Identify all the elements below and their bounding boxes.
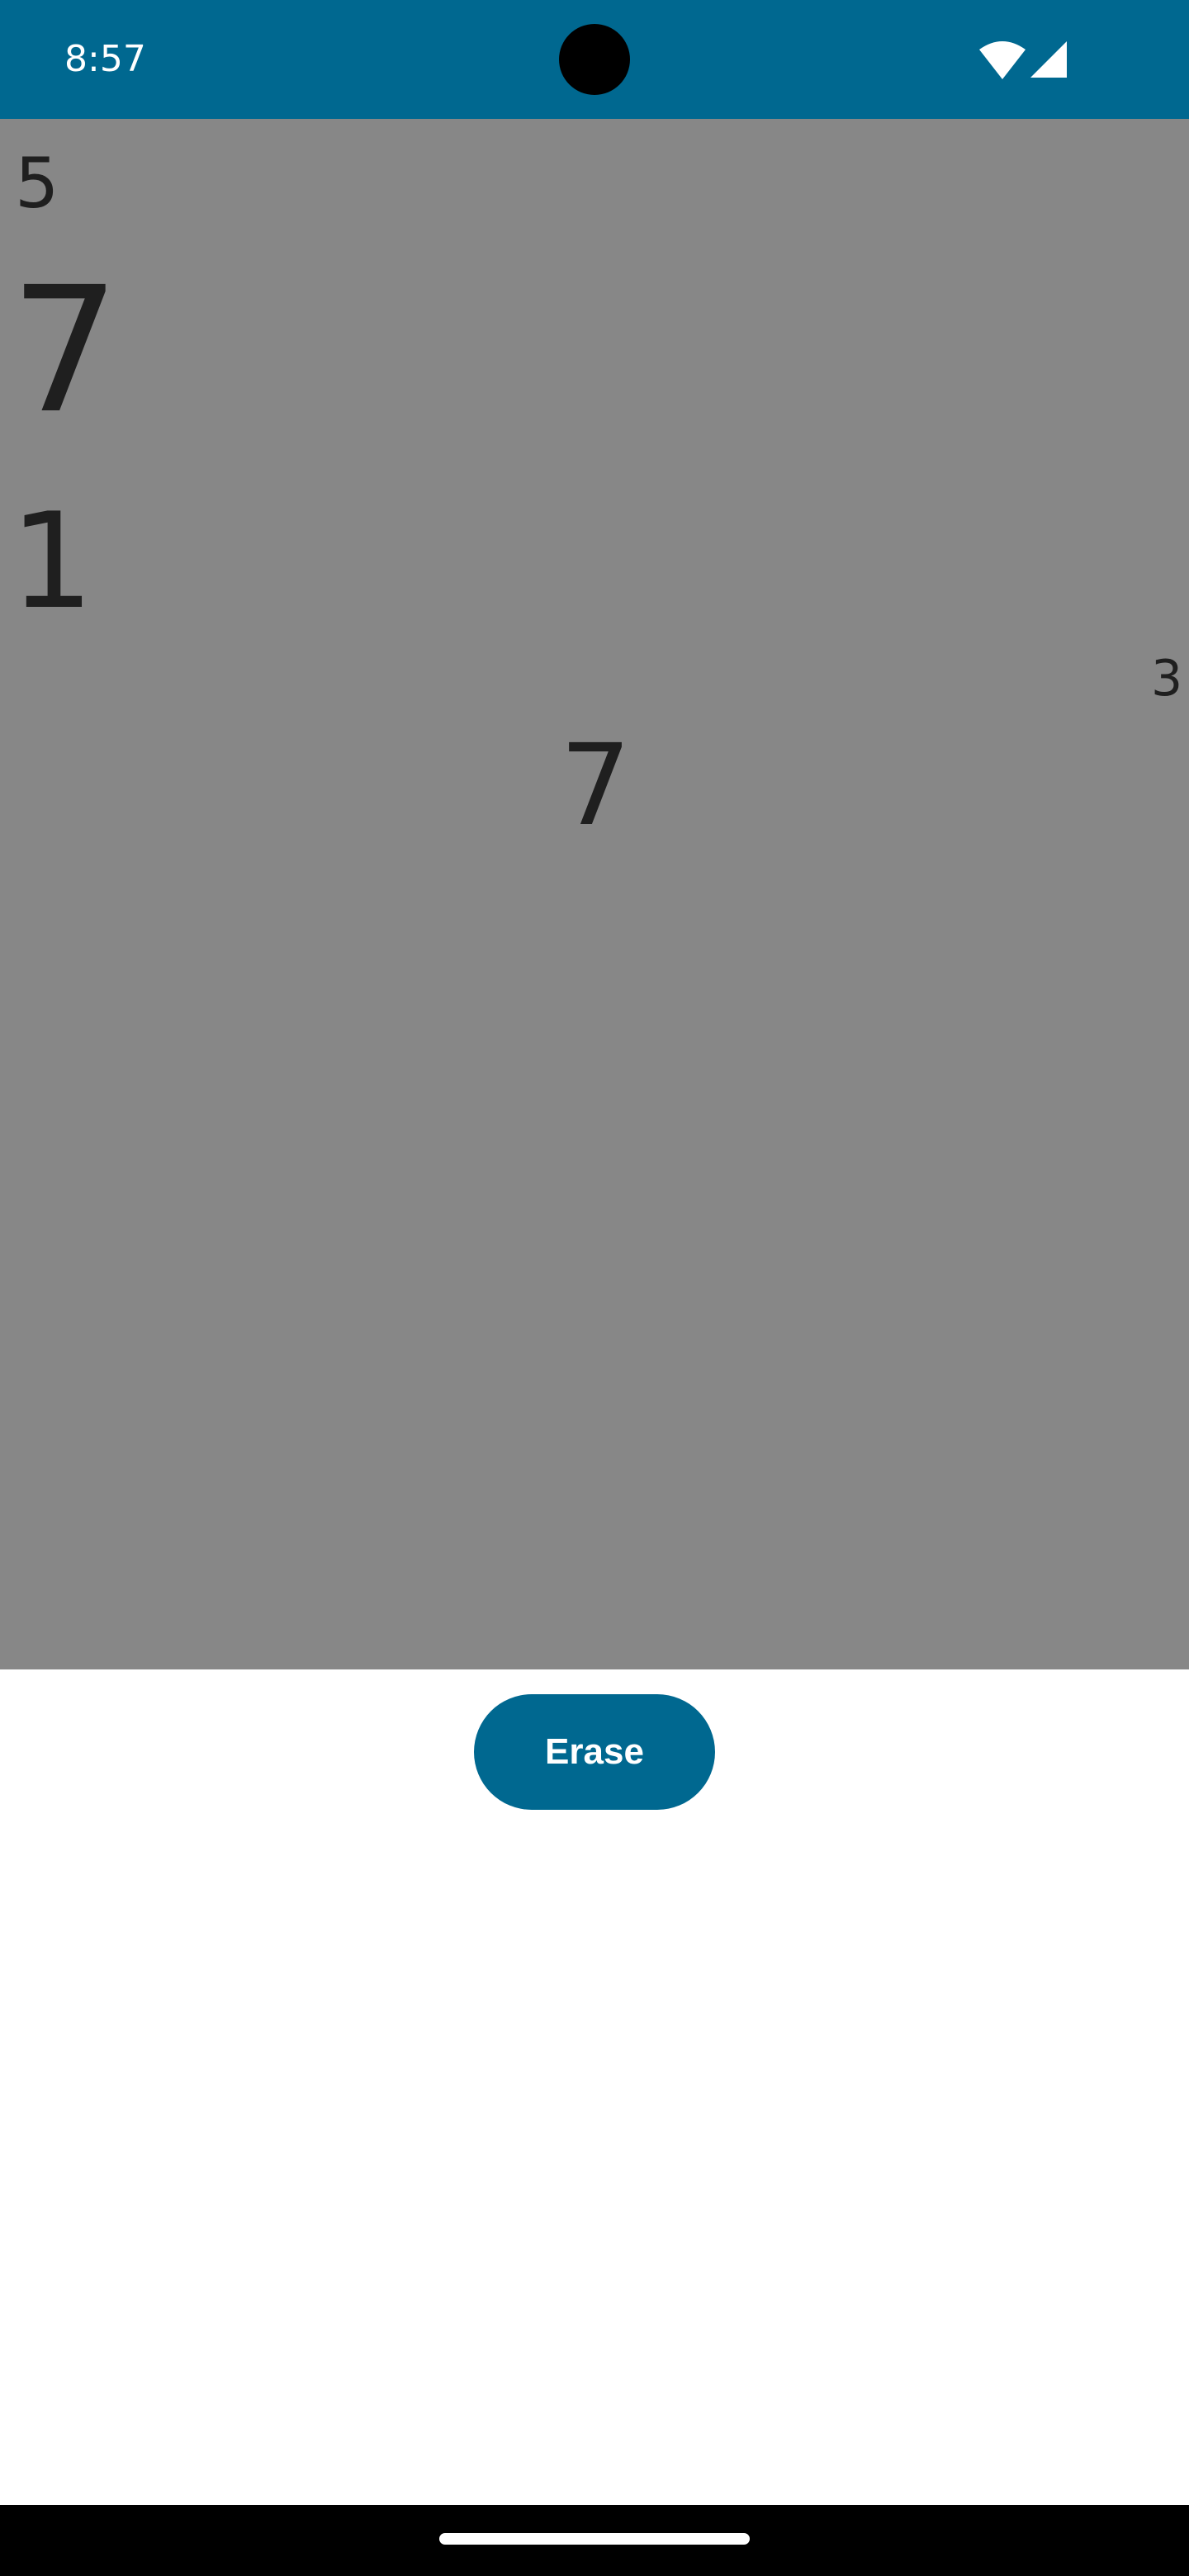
drawing-canvas[interactable]: 5 7 1 3 7 [0, 119, 1189, 1669]
erase-button[interactable]: Erase [474, 1694, 715, 1810]
canvas-digit: 5 [15, 143, 59, 224]
status-bar: 8:57 [0, 0, 1189, 119]
canvas-digit: 1 [10, 484, 94, 638]
canvas-digit: 7 [560, 721, 632, 851]
signal-icon [1030, 41, 1067, 78]
wifi-icon [979, 41, 1026, 79]
home-indicator[interactable] [439, 2533, 750, 2545]
canvas-digit: 7 [10, 249, 121, 452]
canvas-digit: 3 [1151, 650, 1183, 708]
camera-cutout [559, 24, 630, 95]
navigation-bar [0, 2505, 1189, 2576]
status-time: 8:57 [64, 38, 146, 80]
